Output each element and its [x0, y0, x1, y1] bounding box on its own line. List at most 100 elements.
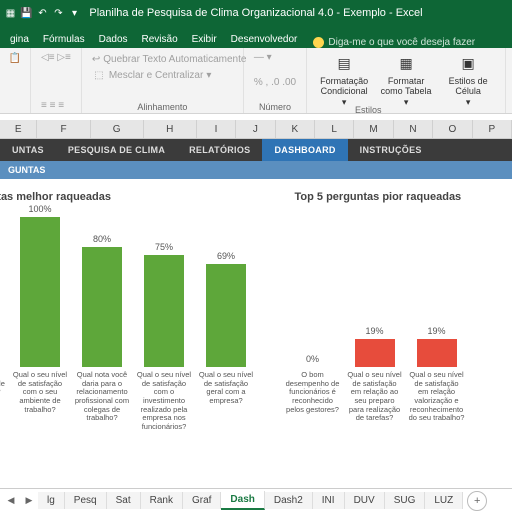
wrap-icon: ↩	[92, 52, 100, 66]
format-table-button[interactable]: ▦ Formatar como Tabela▾	[377, 51, 435, 108]
ribbon-tab[interactable]: Exibir	[186, 31, 223, 48]
merge-label: Mesclar e Centralizar	[109, 70, 203, 81]
ribbon-tab[interactable]: Dados	[93, 31, 134, 48]
number-dropdown[interactable]: — ▾	[252, 51, 298, 64]
bar-value-label: 19%	[366, 326, 384, 336]
sheet-tabs: ◀ ▶ lgPesqSatRankGrafDashDash2INIDUVSUGL…	[0, 488, 512, 512]
tab-prev-icon[interactable]: ◀	[2, 492, 20, 510]
bar-value-label: 19%	[428, 326, 446, 336]
col-header[interactable]: J	[236, 120, 275, 138]
wrap-label: Quebrar Texto Automaticamente	[103, 54, 246, 65]
bar-rect	[82, 247, 122, 367]
ribbon-align: ↩Quebrar Texto Automaticamente ⬚Mesclar …	[82, 48, 244, 113]
col-header[interactable]: M	[354, 120, 393, 138]
ribbon-tabs: gina Fórmulas Dados Revisão Exibir Desen…	[0, 26, 512, 48]
ribbon-styles: ▤ Formatação Condicional▾ ▦ Formatar com…	[307, 48, 506, 113]
nav-item[interactable]: RELATÓRIOS	[177, 139, 262, 161]
number-icons[interactable]: % , .0 .00	[252, 76, 298, 89]
excel-icon: ▦	[4, 7, 17, 20]
sheet-tab[interactable]: LUZ	[425, 492, 463, 509]
category-label: ransparência omada de es de seus eriores…	[0, 371, 6, 431]
sheet-tab[interactable]: Rank	[141, 492, 183, 509]
cell-styles-button[interactable]: ▣ Estilos de Célula▾	[439, 51, 497, 108]
bar-value-label: 100%	[28, 204, 51, 214]
redo-icon[interactable]: ↷	[52, 7, 65, 20]
subnav-label: GUNTAS	[8, 165, 45, 175]
bar-rect	[20, 217, 60, 367]
sheet-tab[interactable]: Dash2	[265, 492, 313, 509]
wrap-text-button[interactable]: ↩Quebrar Texto Automaticamente	[90, 51, 235, 67]
tell-me[interactable]: Diga-me o que você deseja fazer	[313, 37, 475, 48]
col-header[interactable]: G	[91, 120, 144, 138]
ribbon-tab[interactable]: gina	[4, 31, 35, 48]
bar: 69%	[198, 251, 254, 368]
col-header[interactable]: E	[0, 120, 37, 138]
nav-item[interactable]: INSTRUÇÕES	[348, 139, 434, 161]
conditional-format-button[interactable]: ▤ Formatação Condicional▾	[315, 51, 373, 108]
undo-icon[interactable]: ↶	[36, 7, 49, 20]
bar-value-label: 80%	[93, 234, 111, 244]
ribbon-tab[interactable]: Desenvolvedor	[225, 31, 304, 48]
col-header[interactable]: K	[276, 120, 315, 138]
merge-icon: ⬚	[92, 68, 106, 82]
cond-fmt-label: Formatação Condicional	[315, 76, 373, 96]
bar-rect	[144, 255, 184, 368]
tell-me-label: Diga-me o que você deseja fazer	[328, 37, 475, 48]
col-header[interactable]: H	[144, 120, 197, 138]
nav-item[interactable]: DASHBOARD	[262, 139, 347, 161]
charts-area: perguntas melhor raqueadas 100% 100% 80% 75…	[0, 179, 512, 449]
sheet-tab[interactable]: INI	[313, 492, 345, 509]
col-header[interactable]: N	[394, 120, 433, 138]
add-sheet-icon[interactable]: +	[467, 491, 487, 511]
category-label: Qual o seu nível de satisfação com o inv…	[136, 371, 192, 431]
ribbon-tab[interactable]: Fórmulas	[37, 31, 91, 48]
col-header[interactable]: I	[197, 120, 236, 138]
bar: 100%	[0, 204, 6, 367]
category-label: O bom desempenho de funcionários é recon…	[285, 371, 341, 423]
ribbon-tab[interactable]: Revisão	[136, 31, 184, 48]
chart-title: perguntas melhor raqueadas	[0, 191, 267, 203]
ribbon: 📋 ◁≡ ▷≡ ≡ ≡ ≡ ↩Quebrar Texto Automaticam…	[0, 48, 512, 114]
bar-rect	[206, 264, 246, 368]
chart-title: Top 5 perguntas pior raqueadas	[295, 191, 512, 203]
col-header[interactable]: F	[37, 120, 90, 138]
col-header[interactable]: P	[473, 120, 512, 138]
bar: 100%	[12, 204, 68, 367]
tab-next-icon[interactable]: ▶	[20, 492, 38, 510]
cond-fmt-icon: ▤	[332, 51, 356, 75]
ribbon-font: ◁≡ ▷≡ ≡ ≡ ≡	[31, 48, 82, 113]
bars: 0% 19% 19%	[285, 217, 512, 367]
bars: 100%100%80%75%69%	[0, 217, 267, 367]
bar: 0%	[285, 354, 341, 367]
bar: 19%	[347, 326, 403, 368]
ribbon-cells: ➕ Inserir▾	[506, 48, 512, 113]
bar-rect	[355, 339, 395, 368]
indent-decrease-icon[interactable]: ◁≡ ▷≡	[39, 51, 73, 64]
save-icon[interactable]: 💾	[20, 7, 33, 20]
sheet-tab[interactable]: Sat	[107, 492, 141, 509]
col-header[interactable]: O	[433, 120, 472, 138]
nav-item[interactable]: PESQUISA DE CLIMA	[56, 139, 177, 161]
sheet-tab[interactable]: Dash	[221, 491, 264, 510]
merge-button[interactable]: ⬚Mesclar e Centralizar ▾	[90, 67, 235, 83]
sheet-tab[interactable]: Pesq	[65, 492, 107, 509]
bar-value-label: 69%	[217, 251, 235, 261]
cell-styles-icon: ▣	[456, 51, 480, 75]
cell-styles-label: Estilos de Célula	[439, 76, 497, 96]
dropdown-icon[interactable]: ▾	[68, 7, 81, 20]
clipboard-icon[interactable]: 📋	[8, 51, 22, 65]
styles-group-label: Estilos	[355, 105, 382, 115]
sheet-tab[interactable]: lg	[38, 492, 65, 509]
bar-value-label: 0%	[306, 354, 319, 364]
category-label: Qual o seu nível de satisfação com o seu…	[12, 371, 68, 431]
bar: 19%	[409, 326, 465, 368]
fmt-table-icon: ▦	[394, 51, 418, 75]
align-icon[interactable]: ≡ ≡ ≡	[39, 99, 73, 112]
nav-item[interactable]: UNTAS	[0, 139, 56, 161]
sheet-tab[interactable]: Graf	[183, 492, 221, 509]
sheet-tab[interactable]: DUV	[345, 492, 385, 509]
col-header[interactable]: L	[315, 120, 354, 138]
sheet-tab[interactable]: SUG	[385, 492, 426, 509]
number-group-label: Número	[252, 102, 298, 112]
bar: 75%	[136, 242, 192, 368]
